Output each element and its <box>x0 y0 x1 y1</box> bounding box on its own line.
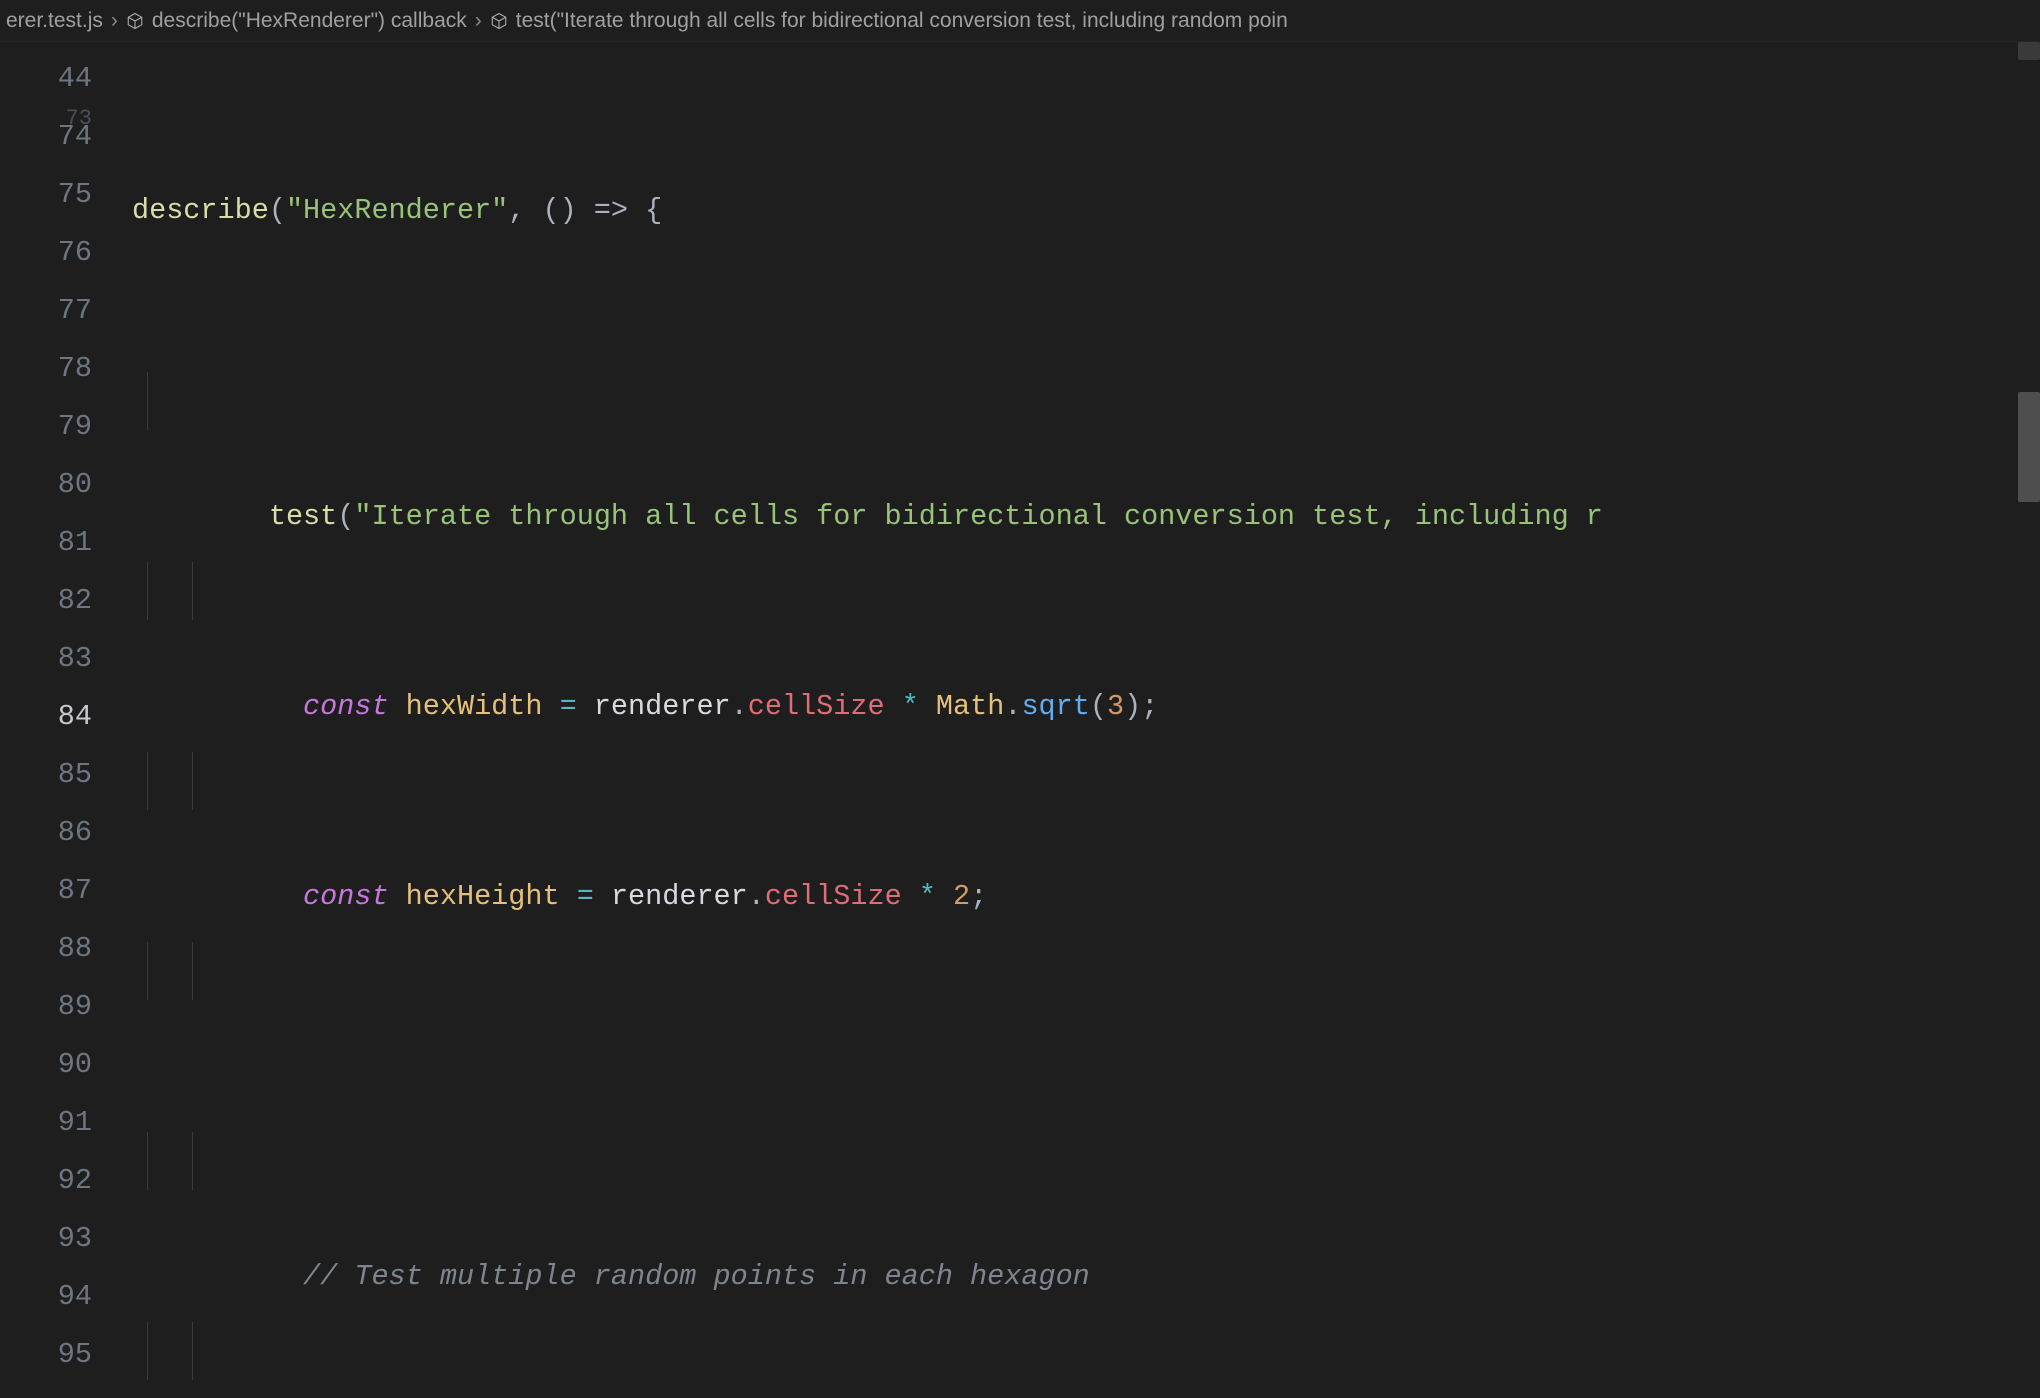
line-number: 95 <box>0 1326 92 1384</box>
line-number: 81 <box>0 514 92 572</box>
line-number: 90 <box>0 1036 92 1094</box>
sticky-line[interactable]: describe("HexRenderer", () => { <box>132 182 2040 240</box>
symbol-cube-icon <box>126 12 144 30</box>
line-number: 89 <box>0 978 92 1036</box>
breadcrumb-scope-2[interactable]: test("Iterate through all cells for bidi… <box>516 9 1288 33</box>
sticky-line-number: 44 <box>0 50 92 108</box>
chevron-right-icon: › <box>475 9 482 33</box>
code-editor[interactable]: 44 73 74 75 76 77 78 79 80 81 82 83 84 8… <box>0 42 2040 1398</box>
line-number: 77 <box>0 282 92 340</box>
breadcrumb-scope-1[interactable]: describe("HexRenderer") callback <box>152 9 467 33</box>
line-number: 85 <box>0 746 92 804</box>
line-number: 78 <box>0 340 92 398</box>
line-number: 79 <box>0 398 92 456</box>
code-line[interactable]: const hexHeight = renderer.cellSize * 2; <box>132 752 2040 810</box>
line-number: 93 <box>0 1210 92 1268</box>
chevron-right-icon: › <box>111 9 118 33</box>
line-number: 82 <box>0 572 92 630</box>
code-line[interactable] <box>132 942 2040 1000</box>
scrollbar-track[interactable] <box>2018 42 2040 60</box>
line-number: 87 <box>0 862 92 920</box>
code-line[interactable]: test("Iterate through all cells for bidi… <box>132 372 2040 430</box>
symbol-cube-icon <box>490 12 508 30</box>
code-line[interactable]: const hexWidth = renderer.cellSize * Mat… <box>132 562 2040 620</box>
line-number-current: 84 <box>0 688 92 746</box>
breadcrumb[interactable]: erer.test.js › describe("HexRenderer") c… <box>0 0 2040 42</box>
line-number: 94 <box>0 1268 92 1326</box>
code-line[interactable]: // Test multiple random points in each h… <box>132 1132 2040 1190</box>
line-number: 83 <box>0 630 92 688</box>
code-area[interactable]: describe("HexRenderer", () => { test("It… <box>132 42 2040 1398</box>
line-number: 92 <box>0 1152 92 1210</box>
breadcrumb-file[interactable]: erer.test.js <box>6 9 103 33</box>
scrollbar-thumb[interactable] <box>2018 392 2040 502</box>
line-number: 91 <box>0 1094 92 1152</box>
line-number: 80 <box>0 456 92 514</box>
line-number: 76 <box>0 224 92 282</box>
line-number: 86 <box>0 804 92 862</box>
line-number: 88 <box>0 920 92 978</box>
code-line[interactable]: const pointsPerHex = 10; <box>132 1322 2040 1380</box>
line-number: 75 <box>0 166 92 224</box>
sticky-folded-line-number: 73 <box>66 108 92 130</box>
line-number-gutter: 44 73 74 75 76 77 78 79 80 81 82 83 84 8… <box>0 42 132 1398</box>
